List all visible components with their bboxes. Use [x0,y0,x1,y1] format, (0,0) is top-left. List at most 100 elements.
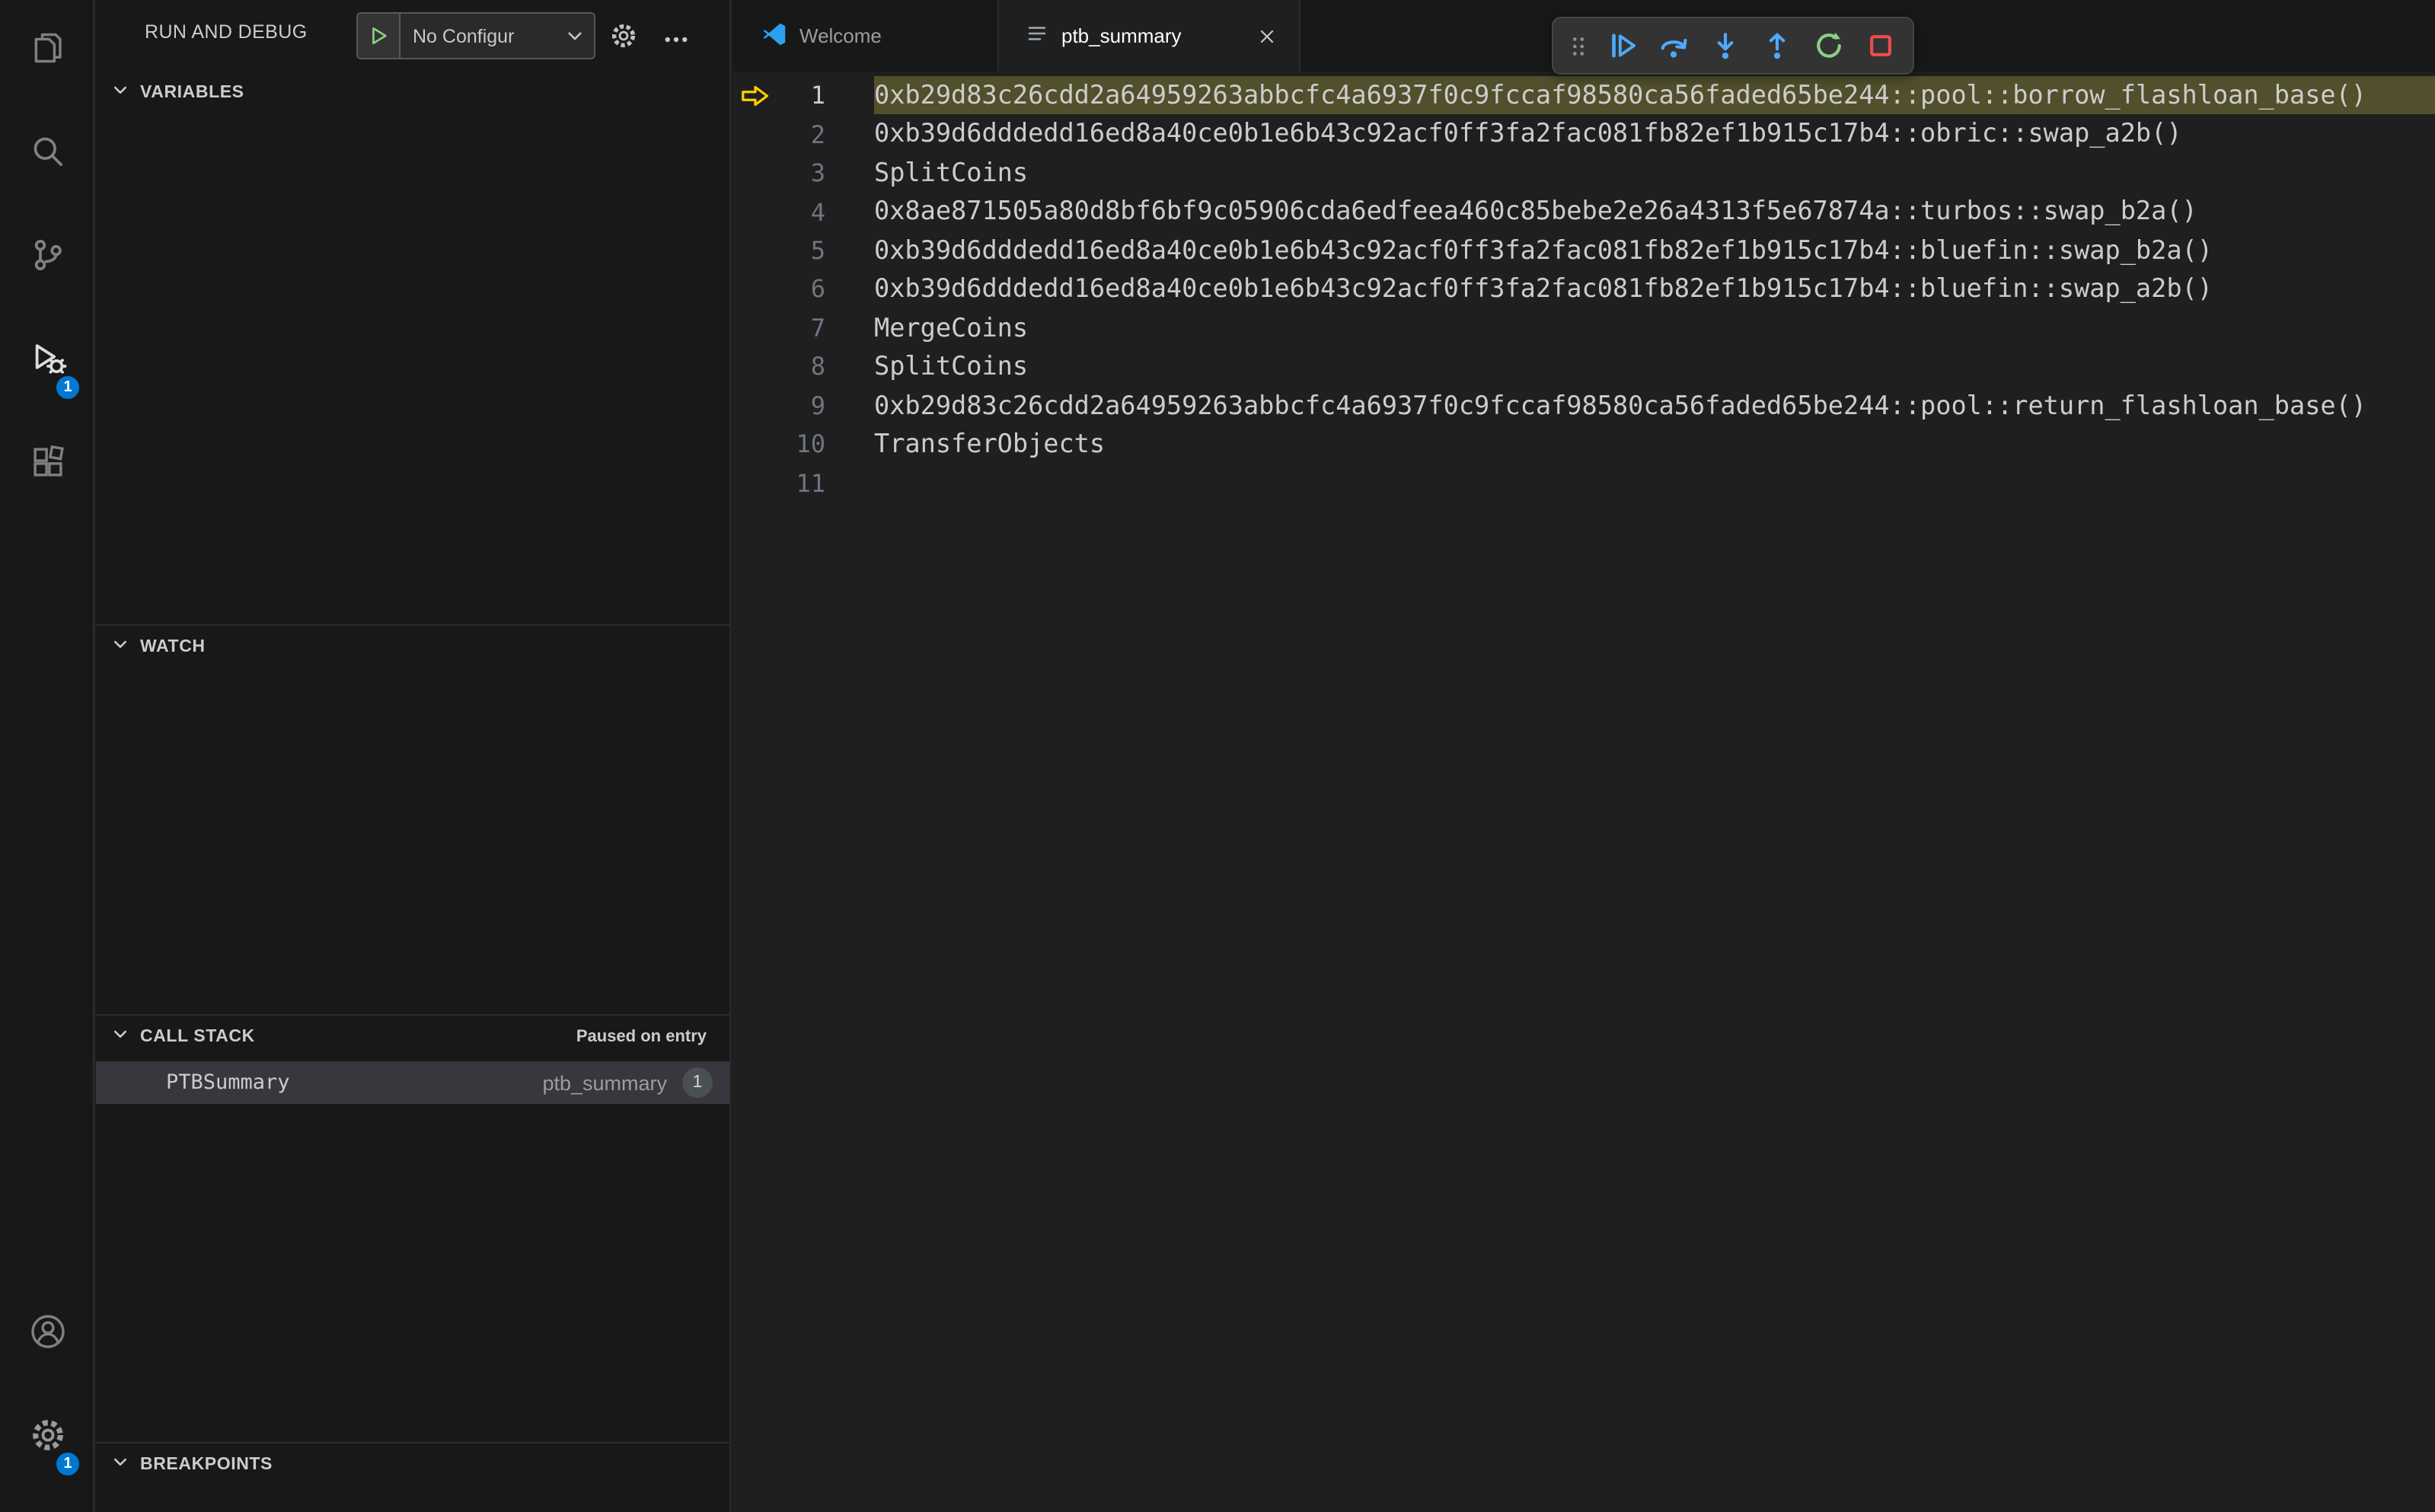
tab-welcome[interactable]: Welcome [732,0,999,72]
activity-bar-bottom: 1 [0,1284,94,1491]
search-icon [28,132,66,178]
restart-button[interactable] [1803,23,1853,69]
vscode-window: 1 1 RUN AND DEBUG No Configur VARIABLES … [0,0,2435,1512]
extensions-icon [28,443,66,489]
step-over-button[interactable] [1648,23,1698,69]
debug-launch-control: No Configur [356,12,595,59]
activity-bar-item-search[interactable] [0,104,94,207]
code-line: 9 0xb29d83c26cdd2a64959263abbcfc4a6937f0c… [732,386,2435,425]
stop-button[interactable] [1855,23,1905,69]
editor-gutter[interactable]: 8 [732,347,874,386]
editor-gutter[interactable]: 3 [732,154,874,193]
editor-gutter[interactable]: 6 [732,270,874,308]
chevron-down-icon[interactable] [565,14,594,58]
breakpoints-pane: BREAKPOINTS [96,1442,729,1512]
debug-toolbar [1552,17,1914,75]
line-number: 9 [810,391,825,420]
editor-group: Welcome ptb_summary 1 0xb29d83c26cdd2a64… [732,0,2435,1512]
line-text[interactable]: 0xb39d6dddedd16ed8a40ce0b1e6b43c92acf0ff… [874,231,2435,270]
line-number: 1 [810,81,825,110]
debug-settings-gear-button[interactable] [609,21,638,50]
line-number: 2 [810,120,825,149]
start-debugging-button[interactable] [358,14,401,58]
activity-bar-item-source-control[interactable] [0,207,94,311]
line-number: 3 [810,158,825,188]
chevron-down-icon [111,78,129,106]
activity-bar-item-run-and-debug[interactable]: 1 [0,311,94,414]
code-line: 11 [732,464,2435,502]
activity-bar-item-explorer[interactable] [0,0,94,104]
activity-bar: 1 1 [0,0,94,1512]
line-text[interactable]: SplitCoins [874,347,2435,386]
debug-current-line-arrow-icon [740,80,771,110]
variables-pane: VARIABLES [96,72,729,624]
continue-button[interactable] [1596,23,1646,69]
line-number: 8 [810,352,825,381]
tab-label: Welcome [799,24,882,47]
step-into-button[interactable] [1699,23,1750,69]
watch-pane: WATCH [96,624,729,1014]
chevron-down-icon [111,633,129,660]
editor-gutter[interactable]: 11 [732,464,874,502]
vscode-logo-icon [761,21,787,51]
line-text[interactable]: 0xb29d83c26cdd2a64959263abbcfc4a6937f0c9… [874,76,2435,115]
code-line: 8 SplitCoins [732,347,2435,386]
variables-pane-header[interactable]: VARIABLES [96,72,729,113]
activity-bar-item-accounts[interactable] [0,1284,94,1387]
line-number: 4 [810,197,825,227]
line-number: 5 [810,235,825,265]
tab-label: ptb_summary [1061,24,1182,47]
editor-gutter[interactable]: 2 [732,115,874,154]
more-actions-button[interactable] [662,26,690,53]
call-stack-pane: CALL STACK Paused on entry PTBSummary pt… [96,1014,729,1442]
editor-gutter[interactable]: 4 [732,193,874,231]
account-icon [28,1313,66,1358]
line-number: 6 [810,274,825,304]
code-line: 1 0xb29d83c26cdd2a64959263abbcfc4a6937f0c… [732,76,2435,115]
editor-gutter[interactable]: 7 [732,308,874,347]
line-text[interactable]: TransferObjects [874,425,2435,464]
sidebar-title: RUN AND DEBUG [145,21,308,43]
stack-frame-line-badge: 1 [682,1067,713,1098]
editor-gutter[interactable]: 9 [732,386,874,425]
editor-code-area[interactable]: 1 0xb29d83c26cdd2a64959263abbcfc4a6937f0c… [732,72,2435,1512]
line-number: 10 [796,429,825,459]
code-line: 4 0x8ae871505a80d8bf6bf9c05906cda6edfeea4… [732,193,2435,231]
editor-gutter[interactable]: 5 [732,231,874,270]
line-text[interactable]: 0xb39d6dddedd16ed8a40ce0b1e6b43c92acf0ff… [874,270,2435,308]
line-text[interactable]: 0x8ae871505a80d8bf6bf9c05906cda6edfeea46… [874,193,2435,231]
editor-lines: 1 0xb29d83c26cdd2a64959263abbcfc4a6937f0c… [732,76,2435,502]
breakpoints-pane-header[interactable]: BREAKPOINTS [96,1443,729,1485]
activity-bar-item-settings[interactable]: 1 [0,1387,94,1491]
stack-frame-source: ptb_summary [542,1071,667,1094]
line-text[interactable]: SplitCoins [874,154,2435,193]
chevron-down-icon [111,1022,129,1050]
code-line: 10 TransferObjects [732,425,2435,464]
chevron-down-icon [111,1450,129,1478]
activity-bar-item-extensions[interactable] [0,414,94,518]
watch-pane-header[interactable]: WATCH [96,626,729,667]
sidebar-header: RUN AND DEBUG No Configur [96,0,729,72]
code-line: 2 0xb39d6dddedd16ed8a40ce0b1e6b43c92acf0f… [732,115,2435,154]
call-stack-pane-label: CALL STACK [140,1027,255,1045]
code-line: 6 0xb39d6dddedd16ed8a40ce0b1e6b43c92acf0f… [732,270,2435,308]
file-list-icon [1025,21,1049,50]
line-text[interactable]: 0xb39d6dddedd16ed8a40ce0b1e6b43c92acf0ff… [874,115,2435,154]
close-icon[interactable] [1253,22,1281,49]
toolbar-gripper-handle[interactable] [1561,23,1594,69]
editor-gutter[interactable]: 10 [732,425,874,464]
editor-gutter[interactable]: 1 [732,76,874,115]
call-stack-frame-row[interactable]: PTBSummary ptb_summary 1 [96,1061,729,1104]
line-text[interactable]: 0xb29d83c26cdd2a64959263abbcfc4a6937f0c9… [874,386,2435,425]
step-out-button[interactable] [1751,23,1802,69]
settings-badge: 1 [55,1451,81,1477]
line-text[interactable]: MergeCoins [874,308,2435,347]
code-line: 5 0xb39d6dddedd16ed8a40ce0b1e6b43c92acf0f… [732,231,2435,270]
debug-configuration-dropdown[interactable]: No Configur [401,14,565,58]
call-stack-pane-header[interactable]: CALL STACK Paused on entry [96,1016,729,1057]
source-control-icon [28,236,66,282]
tab-ptb-summary[interactable]: ptb_summary [999,0,1300,72]
code-line: 7 MergeCoins [732,308,2435,347]
explorer-icon [28,29,66,75]
line-number: 7 [810,313,825,343]
